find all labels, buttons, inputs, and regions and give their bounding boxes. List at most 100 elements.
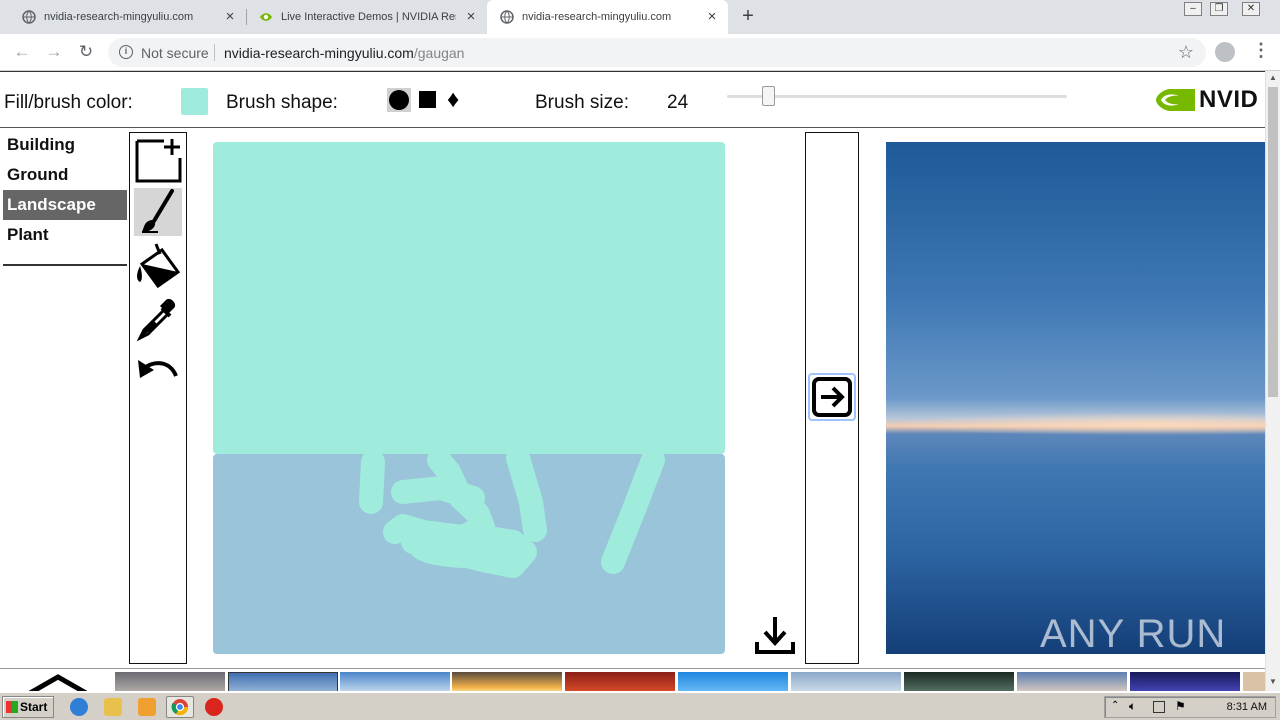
close-icon[interactable]: ×: [704, 9, 720, 25]
tab-title: Live Interactive Demos | NVIDIA Res: [281, 11, 456, 23]
label-item-plant[interactable]: Plant: [3, 220, 127, 250]
reload-icon[interactable]: ↻: [75, 41, 97, 63]
back-arrow-icon[interactable]: ←: [11, 41, 33, 63]
tab-3-active[interactable]: nvidia-research-mingyuliu.com ×: [487, 0, 728, 34]
tab-2[interactable]: Live Interactive Demos | NVIDIA Res ×: [246, 0, 487, 34]
globe-icon: [500, 10, 514, 24]
brush-shape-label: Brush shape:: [226, 92, 338, 113]
example-thumbnail[interactable]: [678, 672, 788, 691]
download-icon[interactable]: [754, 614, 796, 656]
stop-icon[interactable]: [205, 698, 223, 716]
tab-title: nvidia-research-mingyuliu.com: [522, 11, 672, 23]
scroll-down-arrow-icon[interactable]: ▼: [1269, 677, 1277, 686]
profile-avatar[interactable]: [1215, 42, 1235, 62]
tab-1[interactable]: nvidia-research-mingyuliu.com ×: [0, 0, 246, 34]
label-item-building[interactable]: Building: [3, 130, 127, 160]
tool-column: [129, 132, 187, 664]
bookmark-star-icon[interactable]: ☆: [1178, 42, 1194, 63]
undo-icon[interactable]: [134, 350, 182, 398]
canvas-drawing[interactable]: [213, 142, 725, 654]
generate-button[interactable]: [808, 373, 856, 421]
controls-bar: Fill/brush color: Brush shape: ♦ Brush s…: [0, 72, 1265, 128]
tab-title: nvidia-research-mingyuliu.com: [44, 11, 194, 23]
nvidia-eye-icon: [1156, 89, 1195, 111]
fill-color-swatch[interactable]: [181, 88, 208, 115]
menu-dots-icon[interactable]: ⋮: [1252, 40, 1270, 61]
generate-column: [805, 132, 859, 664]
horizon-glow: [886, 412, 1265, 436]
folder-icon[interactable]: [104, 698, 122, 716]
canvas-sky-region: [213, 142, 725, 454]
windows-taskbar: Start ⌃ 🔈︎ ⚑ 8:31 AM: [0, 692, 1280, 720]
windows-flag-icon: [6, 701, 18, 713]
example-thumbnail[interactable]: [340, 672, 450, 691]
forward-arrow-icon[interactable]: →: [43, 41, 65, 63]
start-button[interactable]: Start: [2, 696, 54, 718]
brush-size-slider[interactable]: [727, 95, 1067, 98]
security-label: Not secure: [141, 45, 209, 61]
circle-brush-icon[interactable]: [387, 88, 411, 112]
example-thumbnail-strip: [0, 668, 1265, 691]
page-scrollbar[interactable]: ▲ ▼: [1265, 71, 1280, 691]
system-tray: ⌃ 🔈︎ ⚑ 8:31 AM: [1104, 696, 1276, 718]
example-thumbnail[interactable]: [565, 672, 675, 691]
example-thumbnail[interactable]: [452, 672, 562, 691]
chrome-taskbar-button[interactable]: [166, 696, 194, 718]
restore-button[interactable]: ❐: [1210, 2, 1228, 16]
window-close-button[interactable]: ✕: [1242, 2, 1260, 16]
media-player-icon[interactable]: [138, 698, 156, 716]
brush-size-value: 24: [667, 92, 689, 113]
url-path: /gaugan: [413, 45, 465, 61]
nvidia-favicon-icon: [260, 13, 272, 21]
slider-thumb[interactable]: [762, 86, 775, 106]
drawing-canvas[interactable]: [213, 142, 725, 654]
omnibox-divider: [214, 44, 215, 61]
label-item-ground[interactable]: Ground: [3, 160, 127, 190]
minimize-button[interactable]: –: [1184, 2, 1202, 16]
brush-size-label: Brush size:: [535, 92, 629, 113]
gaugan-page: Fill/brush color: Brush shape: ♦ Brush s…: [0, 71, 1265, 691]
brush-icon[interactable]: [134, 188, 182, 236]
globe-icon: [22, 10, 36, 24]
example-thumbnail[interactable]: [791, 672, 901, 691]
new-canvas-icon[interactable]: [134, 136, 182, 184]
example-thumbnail[interactable]: [1243, 672, 1265, 691]
fill-bucket-icon[interactable]: [134, 242, 182, 290]
example-thumbnail[interactable]: [1130, 672, 1240, 691]
info-icon[interactable]: i: [119, 45, 133, 59]
label-list: Building Ground Landscape Plant: [3, 130, 127, 266]
logo-text: NVID: [1199, 86, 1259, 113]
flag-icon[interactable]: ⚑: [1175, 699, 1186, 713]
url-host: nvidia-research-mingyuliu.com: [224, 45, 414, 61]
anyrun-watermark: ANY RUN: [1040, 612, 1227, 656]
nvidia-logo: NVID: [1155, 86, 1258, 114]
chrome-icon: [171, 699, 189, 716]
url-text: nvidia-research-mingyuliu.com/gaugan: [224, 45, 464, 61]
scrollbar-thumb[interactable]: [1268, 87, 1278, 397]
clock: 8:31 AM: [1226, 701, 1267, 713]
start-label: Start: [20, 700, 48, 714]
network-icon[interactable]: [1153, 701, 1165, 713]
scroll-up-arrow-icon[interactable]: ▲: [1269, 73, 1277, 82]
internet-explorer-icon[interactable]: [70, 698, 88, 716]
example-thumbnail[interactable]: [904, 672, 1014, 691]
example-thumbnail[interactable]: [1017, 672, 1127, 691]
browser-toolbar: ← → ↻ i Not secure nvidia-research-mingy…: [0, 34, 1280, 71]
eyedropper-icon[interactable]: [134, 296, 182, 344]
square-brush-icon[interactable]: [419, 91, 436, 108]
close-icon[interactable]: ×: [463, 9, 479, 25]
label-item-landscape[interactable]: Landscape: [3, 190, 127, 220]
arrow-right-icon: [812, 377, 852, 417]
tab-strip: nvidia-research-mingyuliu.com × Live Int…: [0, 0, 1280, 34]
new-tab-button[interactable]: +: [738, 6, 758, 26]
volume-icon[interactable]: 🔈︎: [1129, 699, 1136, 714]
example-thumbnail[interactable]: [115, 672, 225, 691]
home-icon[interactable]: [28, 673, 88, 691]
fill-color-label: Fill/brush color:: [4, 92, 133, 113]
example-thumbnail[interactable]: [228, 672, 338, 691]
close-icon[interactable]: ×: [222, 9, 238, 25]
address-bar[interactable]: i Not secure nvidia-research-mingyuliu.c…: [108, 38, 1206, 67]
output-image: [886, 142, 1265, 654]
diamond-brush-icon[interactable]: ♦: [447, 88, 459, 112]
tray-expand-icon[interactable]: ⌃: [1111, 700, 1119, 711]
